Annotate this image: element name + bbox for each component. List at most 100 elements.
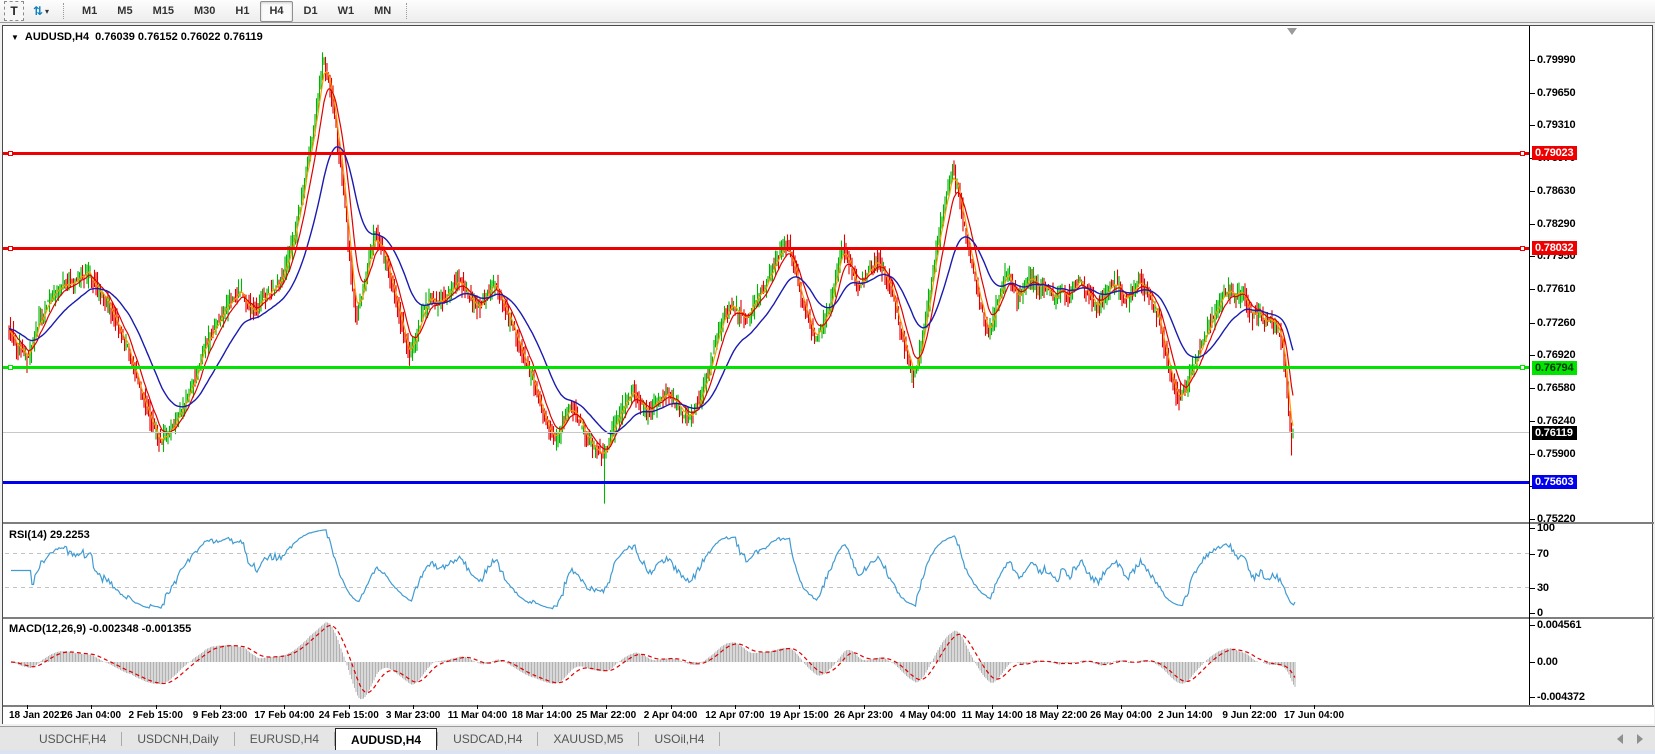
time-tick-label: 2 Apr 04:00 [644,710,698,721]
time-tick-label: 4 May 04:00 [900,710,956,721]
time-tick-label: 18 May 22:00 [1026,710,1088,721]
last-bar-marker-icon [1287,28,1297,35]
time-tick-label: 18 Mar 14:00 [512,710,572,721]
horizontal-level-line[interactable] [3,432,1529,433]
rsi-plot[interactable] [5,526,1529,617]
time-axis[interactable]: 18 Jan 202126 Jan 04:002 Feb 15:009 Feb … [3,707,1654,724]
price-tick-mark [1529,256,1535,257]
time-tick-label: 11 Mar 04:00 [448,710,508,721]
price-chart-plot[interactable] [5,28,1529,524]
time-tick-mark [27,705,28,709]
rsi-tick-mark [1529,528,1535,529]
horizontal-level-line[interactable] [3,481,1529,484]
tab-scroll-right-icon[interactable] [1637,734,1643,744]
timeframe-button-h4[interactable]: H4 [260,1,292,22]
level-handle[interactable] [8,365,13,370]
chart-title: ▼ AUDUSD,H4 0.76039 0.76152 0.76022 0.76… [11,31,263,43]
price-tick-mark [1529,289,1535,290]
tab-audusd[interactable]: AUDUSD,H4 [335,728,437,750]
rsi-tick-mark [1529,613,1535,614]
price-tick-mark [1529,125,1535,126]
price-tick-mark [1529,93,1535,94]
level-handle[interactable] [1520,246,1525,251]
mt4-terminal: T ⇅ ▾ M1M5M15M30H1H4D1W1MN ▼ AUDUSD,H4 0… [0,0,1655,754]
timeframe-button-d1[interactable]: D1 [295,1,327,22]
price-tag: 0.78032 [1532,241,1577,255]
time-tick-mark [91,705,92,709]
arrows-glyph: ⇅ [33,4,43,18]
time-tick-label: 17 Feb 04:00 [254,710,314,721]
chevron-down-icon: ▾ [45,7,49,16]
time-tick-mark [1250,705,1251,709]
macd-tick-label: 0.004561 [1537,619,1581,631]
price-axis-line [1529,26,1530,705]
timeframe-button-w1[interactable]: W1 [329,1,364,22]
price-tick-label: 0.78630 [1537,185,1575,197]
time-tick-mark [1121,705,1122,709]
rsi-tick-label: 0 [1537,607,1543,619]
time-tick-mark [928,705,929,709]
macd-plot[interactable] [5,620,1529,705]
chart-ohlc: 0.76039 0.76152 0.76022 0.76119 [95,31,263,43]
time-tick-mark [864,705,865,709]
timeframe-button-mn[interactable]: MN [365,1,400,22]
tab-usoil[interactable]: USOil,H4 [639,727,719,750]
time-tick-mark [1185,705,1186,709]
tab-usdcnh[interactable]: USDCNH,Daily [122,727,233,750]
price-tick-label: 0.76580 [1537,382,1575,394]
price-tag: 0.75603 [1532,475,1577,489]
horizontal-level-line[interactable] [3,366,1529,369]
tab-separator [719,732,720,746]
price-tick-label: 0.77610 [1537,283,1575,295]
macd-tick-mark [1529,625,1535,626]
timeframe-button-m15[interactable]: M15 [144,1,183,22]
time-tick-mark [1057,705,1058,709]
time-tick-mark [671,705,672,709]
tab-usdcad[interactable]: USDCAD,H4 [438,727,537,750]
time-tick-mark [542,705,543,709]
price-tick-mark [1529,454,1535,455]
price-tick-label: 0.78290 [1537,218,1575,230]
macd-tick-mark [1529,697,1535,698]
panel-separator[interactable] [3,617,1654,619]
triangle-down-icon: ▼ [11,33,19,42]
tab-eurusd[interactable]: EURUSD,H4 [235,727,334,750]
time-tick-label: 11 May 14:00 [962,710,1023,721]
time-tick-mark [220,705,221,709]
price-tag: 0.76794 [1532,361,1577,375]
time-tick-label: 9 Feb 23:00 [193,710,247,721]
chart-tabs-bar: USDCHF,H4USDCNH,DailyEURUSD,H4AUDUSD,H4U… [0,726,1655,750]
tab-usdchf[interactable]: USDCHF,H4 [24,727,121,750]
timeframe-button-m5[interactable]: M5 [108,1,141,22]
level-handle[interactable] [8,151,13,156]
price-tick-mark [1529,355,1535,356]
toolbar-grip [406,3,408,19]
chart-toolbar: T ⇅ ▾ M1M5M15M30H1H4D1W1MN [0,0,1655,23]
panel-separator[interactable] [3,522,1654,524]
time-tick-mark [735,705,736,709]
cursor-arrows-icon[interactable]: ⇅ ▾ [26,2,56,20]
price-tick-mark [1529,191,1535,192]
macd-tick-mark [1529,662,1535,663]
window-bottom-strip [0,750,1655,754]
tab-scroll-arrows [1617,734,1643,744]
time-tick-mark [156,705,157,709]
time-tick-label: 19 Apr 15:00 [770,710,829,721]
level-handle[interactable] [1520,151,1525,156]
rsi-tick-mark [1529,588,1535,589]
price-tick-label: 0.75900 [1537,448,1575,460]
level-handle[interactable] [1520,365,1525,370]
tab-xauusd[interactable]: XAUUSD,M5 [538,727,638,750]
tab-scroll-left-icon[interactable] [1617,734,1623,744]
horizontal-level-line[interactable] [3,247,1529,250]
timeframe-button-m1[interactable]: M1 [73,1,106,22]
rsi-tick-mark [1529,554,1535,555]
time-tick-label: 26 Apr 23:00 [834,710,893,721]
timeframe-button-m30[interactable]: M30 [185,1,224,22]
text-tool-button[interactable]: T [4,1,24,21]
rsi-tick-label: 30 [1537,582,1549,594]
horizontal-level-line[interactable] [3,152,1529,155]
time-tick-mark [349,705,350,709]
level-handle[interactable] [8,246,13,251]
timeframe-button-h1[interactable]: H1 [226,1,258,22]
